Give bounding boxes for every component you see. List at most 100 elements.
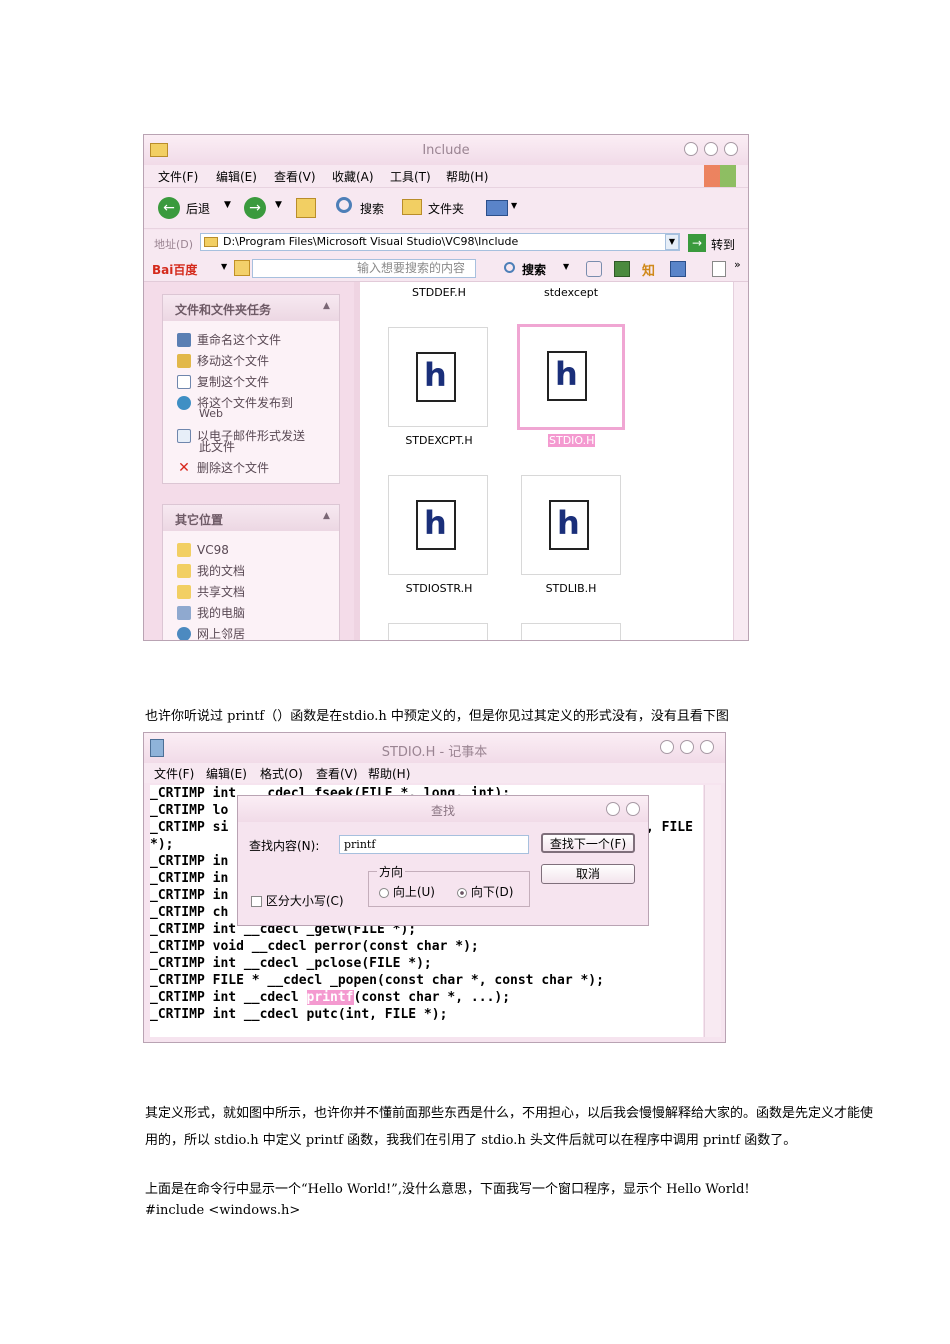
menu-format[interactable]: 格式(O) bbox=[260, 765, 303, 782]
file-thumbnail-stdiostr[interactable]: h bbox=[388, 475, 488, 575]
task-delete[interactable]: ✕ 删除这个文件 bbox=[177, 461, 269, 475]
minimize-button[interactable] bbox=[660, 740, 674, 754]
file-thumbnail-stdlib[interactable]: h bbox=[521, 475, 621, 575]
notepad-titlebar[interactable]: STDIO.H - 记事本 bbox=[144, 733, 725, 763]
place-my-computer[interactable]: 我的电脑 bbox=[177, 606, 245, 620]
selected-file-label[interactable]: STDIO.H bbox=[548, 434, 596, 447]
file-label[interactable]: STDDEF.H bbox=[374, 286, 504, 299]
menu-file[interactable]: 文件(F) bbox=[158, 168, 198, 185]
address-dropdown-icon[interactable]: ▼ bbox=[665, 234, 679, 250]
explorer-titlebar[interactable]: Include bbox=[144, 135, 748, 165]
search-button-label[interactable]: 搜索 bbox=[360, 200, 384, 217]
maximize-button[interactable] bbox=[680, 740, 694, 754]
baidu-search-icon[interactable] bbox=[504, 262, 515, 273]
collapse-icon[interactable]: ▲ bbox=[323, 301, 330, 311]
menu-file[interactable]: 文件(F) bbox=[154, 765, 194, 782]
views-icon[interactable] bbox=[486, 200, 508, 216]
folders-icon[interactable] bbox=[402, 199, 422, 215]
baidu-search-dropdown-icon[interactable]: ▼ bbox=[563, 262, 569, 271]
file-label[interactable]: stdexcept bbox=[506, 286, 636, 299]
direction-label: 方向 bbox=[377, 863, 406, 880]
checkbox-icon bbox=[251, 896, 262, 907]
menu-edit[interactable]: 编辑(E) bbox=[216, 168, 257, 185]
back-dropdown-icon[interactable]: ▼ bbox=[224, 200, 231, 210]
task-copy[interactable]: 复制这个文件 bbox=[177, 375, 269, 389]
baidu-tool-icon[interactable] bbox=[586, 261, 602, 277]
code-line: _CRTIMP si bbox=[150, 820, 229, 835]
help-button[interactable] bbox=[606, 802, 620, 816]
baidu-search-input[interactable]: 输入想要搜索的内容 bbox=[252, 259, 476, 278]
views-dropdown-icon[interactable]: ▼ bbox=[511, 201, 517, 210]
task-email[interactable]: 以电子邮件形式发送 此文件 bbox=[177, 429, 305, 453]
baidu-search-button[interactable]: 搜索 bbox=[522, 261, 546, 278]
task-publish[interactable]: 将这个文件发布到 Web bbox=[177, 396, 293, 420]
folders-button-label[interactable]: 文件夹 bbox=[428, 200, 464, 217]
close-button[interactable] bbox=[626, 802, 640, 816]
forward-dropdown-icon[interactable]: ▼ bbox=[275, 200, 282, 210]
menu-help[interactable]: 帮助(H) bbox=[446, 168, 488, 185]
back-arrow-icon[interactable]: ← bbox=[158, 197, 180, 219]
go-button-label[interactable]: 转到 bbox=[711, 236, 735, 253]
menu-view[interactable]: 查看(V) bbox=[274, 168, 316, 185]
task-rename[interactable]: 重命名这个文件 bbox=[177, 333, 281, 347]
file-view-scrollbar[interactable] bbox=[733, 282, 748, 640]
minimize-button[interactable] bbox=[684, 142, 698, 156]
file-label[interactable]: STDIOSTR.H bbox=[374, 582, 504, 595]
direction-down-radio[interactable]: 向下(D) bbox=[457, 883, 513, 900]
task-move[interactable]: 移动这个文件 bbox=[177, 354, 269, 368]
search-icon[interactable] bbox=[336, 197, 352, 213]
header-file-icon: h bbox=[416, 500, 456, 550]
baidu-dropdown-icon[interactable]: ▼ bbox=[221, 262, 227, 271]
menu-help[interactable]: 帮助(H) bbox=[368, 765, 410, 782]
place-shared-documents[interactable]: 共享文档 bbox=[177, 585, 245, 599]
baidu-input-icon bbox=[234, 260, 250, 276]
place-network[interactable]: 网上邻居 bbox=[177, 627, 245, 640]
match-case-checkbox[interactable]: 区分大小写(C) bbox=[251, 892, 344, 909]
find-what-input[interactable]: printf bbox=[339, 835, 529, 854]
baidu-image-icon[interactable] bbox=[614, 261, 630, 277]
computer-icon bbox=[177, 606, 191, 620]
file-thumbnail-stdexcpt[interactable]: h bbox=[388, 327, 488, 427]
up-folder-icon[interactable] bbox=[296, 198, 316, 218]
go-arrow-icon[interactable]: → bbox=[688, 234, 706, 252]
file-label[interactable]: STDEXCPT.H bbox=[374, 434, 504, 447]
code-line: _CRTIMP in bbox=[150, 871, 229, 886]
menu-edit[interactable]: 编辑(E) bbox=[206, 765, 247, 782]
code-line: _CRTIMP in bbox=[150, 888, 229, 903]
close-button[interactable] bbox=[700, 740, 714, 754]
maximize-button[interactable] bbox=[704, 142, 718, 156]
menu-view[interactable]: 查看(V) bbox=[316, 765, 358, 782]
place-my-documents[interactable]: 我的文档 bbox=[177, 564, 245, 578]
address-input[interactable]: D:\Program Files\Microsoft Visual Studio… bbox=[200, 233, 680, 251]
baidu-h-icon[interactable] bbox=[712, 261, 726, 277]
address-value: D:\Program Files\Microsoft Visual Studio… bbox=[223, 235, 519, 248]
find-next-button[interactable]: 查找下一个(F) bbox=[541, 833, 635, 853]
task-publish-line2: Web bbox=[199, 407, 223, 420]
find-dialog-title: 查找 bbox=[430, 804, 455, 818]
cancel-button[interactable]: 取消 bbox=[541, 864, 635, 884]
back-button-label[interactable]: 后退 bbox=[186, 200, 210, 217]
file-thumbnail-partial[interactable] bbox=[521, 623, 621, 640]
file-thumbnail-partial[interactable] bbox=[388, 623, 488, 640]
file-tasks-header[interactable]: 文件和文件夹任务 ▲ bbox=[163, 295, 339, 321]
direction-up-radio[interactable]: 向上(U) bbox=[379, 883, 435, 900]
file-thumbnail-stdio[interactable]: h bbox=[517, 324, 625, 430]
collapse-icon[interactable]: ▲ bbox=[323, 511, 330, 521]
baidu-grid-icon[interactable] bbox=[670, 261, 686, 277]
paragraph-printf-intro: 也许你听说过 printf（）函数是在stdio.h 中预定义的，但是你见过其定… bbox=[145, 709, 729, 724]
menu-favorites[interactable]: 收藏(A) bbox=[332, 168, 374, 185]
place-vc98[interactable]: VC98 bbox=[177, 543, 229, 557]
find-dialog-titlebar[interactable]: 查找 bbox=[238, 796, 648, 822]
close-button[interactable] bbox=[724, 142, 738, 156]
baidu-zhidao-icon[interactable]: 知 bbox=[642, 260, 655, 279]
forward-arrow-icon[interactable]: → bbox=[244, 197, 266, 219]
menu-tools[interactable]: 工具(T) bbox=[390, 168, 431, 185]
header-file-icon: h bbox=[547, 351, 587, 401]
notepad-scrollbar[interactable] bbox=[704, 785, 721, 1037]
other-places-header[interactable]: 其它位置 ▲ bbox=[163, 505, 339, 531]
file-label[interactable]: STDLIB.H bbox=[506, 582, 636, 595]
chevron-right-icon[interactable]: » bbox=[734, 258, 741, 271]
direction-group: 方向 向上(U) 向下(D) bbox=[368, 863, 530, 907]
paragraph-definition-1: 其定义形式，就如图中所示，也许你并不懂前面那些东西是什么，不用担心，以后我会慢慢… bbox=[145, 1106, 874, 1121]
delete-x-icon: ✕ bbox=[178, 460, 190, 476]
